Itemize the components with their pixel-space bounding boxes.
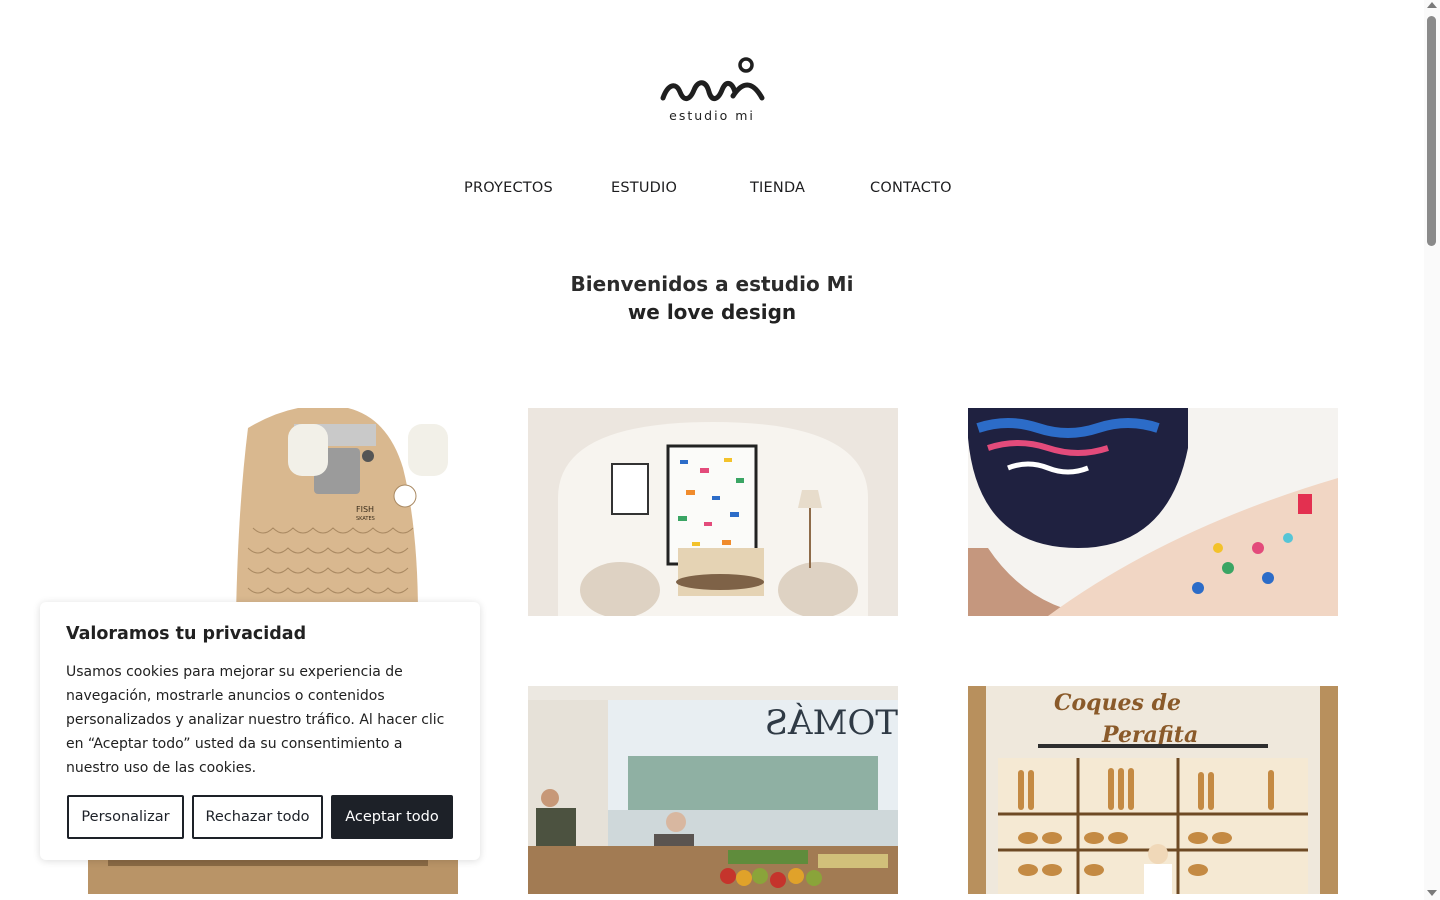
nav-item-contacto[interactable]: CONTACTO xyxy=(870,180,952,196)
shop-sign-text: TOMÁS xyxy=(765,702,898,743)
project-tile-bakery[interactable]: Coques de Perafita xyxy=(968,686,1338,894)
nav-item-proyectos[interactable]: PROYECTOS xyxy=(464,180,553,196)
nav-item-tienda[interactable]: TIENDA xyxy=(750,180,805,196)
cookie-body: Usamos cookies para mejorar su experienc… xyxy=(66,664,445,776)
reject-all-button[interactable]: Rechazar todo xyxy=(192,795,323,839)
scroll-up-arrow-icon[interactable] xyxy=(1427,2,1437,8)
mi-wave-logo-icon xyxy=(660,57,765,101)
hero-subtitle: we love design xyxy=(627,300,797,324)
project-tile-cap-pouch[interactable] xyxy=(968,408,1338,616)
project-tile-interior[interactable] xyxy=(528,408,898,616)
hero-title: Bienvenidos a estudio Mi xyxy=(570,272,854,296)
accept-all-button[interactable]: Aceptar todo xyxy=(331,795,453,839)
brand-logo[interactable]: estudio mi xyxy=(656,52,768,124)
project-tile-skateboard[interactable]: FISH SKATES xyxy=(88,408,458,616)
painted-cap-and-pouch-photo xyxy=(968,408,1338,616)
scroll-down-arrow-icon[interactable] xyxy=(1427,890,1437,896)
tomas-greengrocer-shop-photo: TOMÁS xyxy=(528,686,898,894)
brand-wordmark: estudio mi xyxy=(669,108,755,123)
skate-brand-text: FISH xyxy=(356,505,374,514)
bakery-sign-line1: Coques de xyxy=(1054,690,1181,716)
project-tile-greengrocer[interactable]: TOMÁS xyxy=(528,686,898,894)
nav-item-estudio[interactable]: ESTUDIO xyxy=(611,180,677,196)
interior-artwork-photo xyxy=(528,408,898,616)
main-nav: PROYECTOS ESTUDIO TIENDA CONTACTO xyxy=(0,180,1424,202)
customize-button[interactable]: Personalizar xyxy=(67,795,184,839)
scroll-thumb[interactable] xyxy=(1427,16,1436,246)
fish-skateboard-photo: FISH SKATES xyxy=(88,408,458,616)
skate-sub-text: SKATES xyxy=(356,516,375,522)
cookie-consent-banner: Valoramos tu privacidad Usamos cookies p… xyxy=(40,602,480,860)
coques-de-perafita-bakery-photo: Coques de Perafita xyxy=(968,686,1338,894)
page-scrollbar[interactable] xyxy=(1424,0,1440,900)
cookie-title: Valoramos tu privacidad xyxy=(66,624,307,644)
